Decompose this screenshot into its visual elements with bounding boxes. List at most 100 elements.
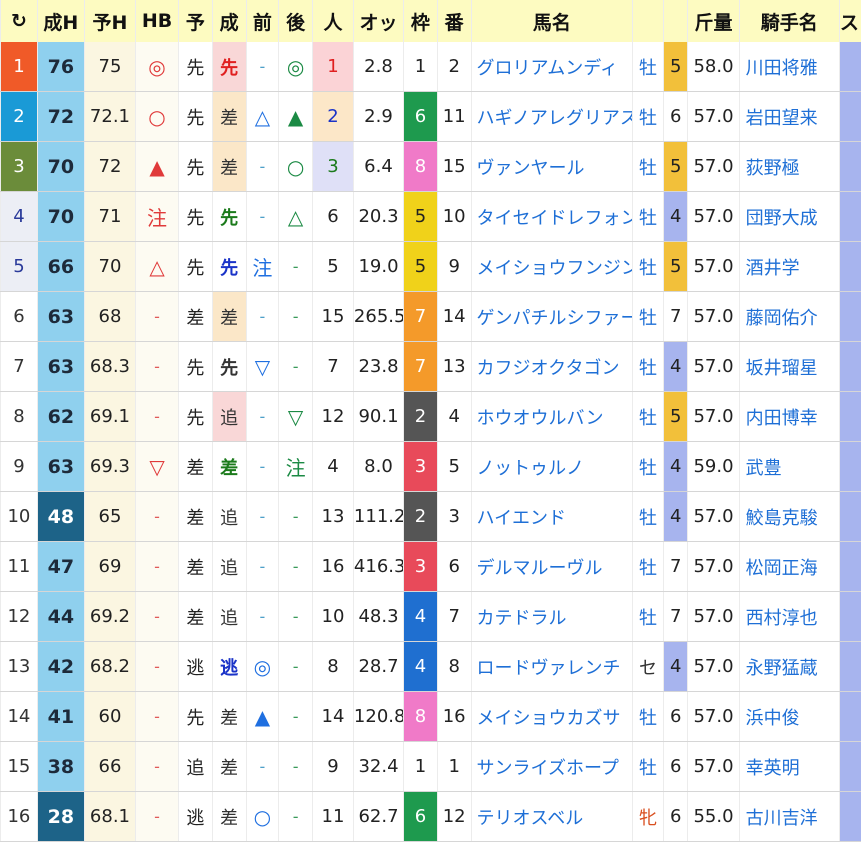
jockey-link[interactable]: 団野大成 <box>738 191 840 242</box>
horse-name-link[interactable]: カテドラル <box>470 591 633 642</box>
ninki-cell: 11 <box>312 791 354 842</box>
mae-mark: - <box>245 291 279 342</box>
sei-cell: 追 <box>211 591 247 642</box>
table-row[interactable]: 8 62 69.1- 先追 - ▽ 12 90.1 2 4 ホウオウルバン牡 5 57.0 内田博幸 <box>0 391 861 442</box>
col-waku[interactable]: 枠 <box>403 0 438 42</box>
umaban-cell: 14 <box>436 291 472 342</box>
table-row[interactable]: 4 70 71 注先先 - △ 6 20.3 5 10 タイセイドレフォン牡 4 57.0 団野大成 <box>0 191 861 242</box>
jockey-link[interactable]: 鮫島克駿 <box>738 491 840 542</box>
sei-cell: 先 <box>211 241 247 292</box>
hb-mark: - <box>135 541 179 592</box>
horse-name-link[interactable]: タイセイドレフォン <box>470 191 633 242</box>
jockey-link[interactable]: 幸英明 <box>738 741 840 792</box>
horse-name-link[interactable]: ヴァンヤール <box>470 141 633 192</box>
col-kinryo[interactable]: 斤量 <box>687 0 740 42</box>
umaban-cell: 15 <box>436 141 472 192</box>
horse-name-link[interactable]: カフジオクタゴン <box>470 341 633 392</box>
umaban-cell: 2 <box>436 42 472 92</box>
col-mae[interactable]: 前 <box>245 0 279 42</box>
sex-cell: 牡 <box>632 241 664 292</box>
horse-name-link[interactable]: テリオスベル <box>470 791 633 842</box>
waku-cell: 8 <box>403 691 438 742</box>
yoh-cell: 68 <box>83 291 136 342</box>
ninki-cell: 13 <box>312 491 354 542</box>
horse-name-link[interactable]: ハイエンド <box>470 491 633 542</box>
horse-name-link[interactable]: ハギノアレグリアス <box>470 91 633 142</box>
table-row[interactable]: 14 41 60- 先差 ▲ -14 120.8 8 16 メイショウカズサ牡 6 57.0 浜中俊 <box>0 691 861 742</box>
cut-cell <box>838 691 861 742</box>
jockey-link[interactable]: 西村淳也 <box>738 591 840 642</box>
seih-cell: 63 <box>36 441 85 492</box>
table-row[interactable]: 13 42 68.2- 逃逃 ◎ -8 28.7 4 8 ロードヴァレンチセ 4 57.0 永野猛蔵 <box>0 641 861 692</box>
kinryo-cell: 57.0 <box>687 541 740 592</box>
col-sei[interactable]: 成 <box>211 0 247 42</box>
seih-cell: 47 <box>36 541 85 592</box>
jockey-link[interactable]: 永野猛蔵 <box>738 641 840 692</box>
horse-name-link[interactable]: ロードヴァレンチ <box>470 641 633 692</box>
mae-mark: - <box>245 391 279 442</box>
jockey-link[interactable]: 松岡正海 <box>738 541 840 592</box>
horse-name-link[interactable]: サンライズホープ <box>470 741 633 792</box>
sex-cell: 牡 <box>632 491 664 542</box>
table-row[interactable]: 1 76 75 ◎ 先先 - ◎ 1 2.8 1 2 グロリアムンディ牡 5 58.0 川田将雅 <box>0 42 861 92</box>
jockey-link[interactable]: 浜中俊 <box>738 691 840 742</box>
seih-cell: 70 <box>36 141 85 192</box>
yoh-cell: 68.1 <box>83 791 136 842</box>
table-row[interactable]: 16 28 68.1- 逃差 ○ -11 62.7 6 12 テリオスベル牝 6 55.0 古川吉洋 <box>0 791 861 842</box>
jockey-link[interactable]: 藤岡佑介 <box>738 291 840 342</box>
col-horse-name[interactable]: 馬名 <box>470 0 633 42</box>
col-seih[interactable]: 成H <box>36 0 85 42</box>
seih-cell: 63 <box>36 341 85 392</box>
jockey-link[interactable]: 荻野極 <box>738 141 840 192</box>
ninki-cell: 12 <box>312 391 354 442</box>
yo-cell: 先 <box>178 191 213 242</box>
reload-icon[interactable]: ↻ <box>0 0 38 42</box>
umaban-cell: 16 <box>436 691 472 742</box>
table-row[interactable]: 9 63 69.3 ▽ 差差 - 注 4 8.0 3 5 ノットゥルノ牡 4 59.0 武豊 <box>0 441 861 492</box>
col-jockey[interactable]: 騎手名 <box>738 0 840 42</box>
table-row[interactable]: 12 44 69.2- 差追 - -10 48.3 4 7 カテドラル牡 7 57.0 西村淳也 <box>0 591 861 642</box>
ninki-cell: 2 <box>312 91 354 142</box>
table-row[interactable]: 3 70 72 ▲ 先差 - ○ 3 6.4 8 15 ヴァンヤール牡 5 57.0 荻野極 <box>0 141 861 192</box>
yoh-cell: 69.3 <box>83 441 136 492</box>
jockey-link[interactable]: 坂井瑠星 <box>738 341 840 392</box>
horse-name-link[interactable]: ゲンパチルシファー <box>470 291 633 342</box>
col-yo[interactable]: 予 <box>178 0 213 42</box>
umaban-cell: 10 <box>436 191 472 242</box>
jockey-link[interactable]: 酒井学 <box>738 241 840 292</box>
col-ban[interactable]: 番 <box>436 0 472 42</box>
jockey-link[interactable]: 武豊 <box>738 441 840 492</box>
umaban-cell: 9 <box>436 241 472 292</box>
col-yoh[interactable]: 予H <box>83 0 136 42</box>
horse-name-link[interactable]: グロリアムンディ <box>470 42 633 92</box>
horse-name-link[interactable]: デルマルーヴル <box>470 541 633 592</box>
col-hb[interactable]: HB <box>135 0 179 42</box>
ato-mark: ◎ <box>278 42 313 92</box>
age-cell: 7 <box>662 591 688 642</box>
col-ninki[interactable]: 人 <box>312 0 354 42</box>
col-ato[interactable]: 後 <box>278 0 313 42</box>
kinryo-cell: 57.0 <box>687 141 740 192</box>
jockey-link[interactable]: 岩田望来 <box>738 91 840 142</box>
horse-name-link[interactable]: メイショウフンジン <box>470 241 633 292</box>
mae-mark: - <box>245 191 279 242</box>
table-row[interactable]: 6 63 68- 差差 - -15 265.5 7 14 ゲンパチルシファー牡 7 57.0 藤岡佑介 <box>0 291 861 342</box>
kinryo-cell: 58.0 <box>687 42 740 92</box>
table-row[interactable]: 5 66 70 △ 先先注 -5 19.0 5 9 メイショウフンジン牡 5 57.0 酒井学 <box>0 241 861 292</box>
jockey-link[interactable]: 内田博幸 <box>738 391 840 442</box>
table-row[interactable]: 2 72 72.1 ○ 先差 △ ▲ 2 2.9 6 11 ハギノアレグリアス牡 6 57.0 岩田望来 <box>0 91 861 142</box>
odds-cell: 2.8 <box>352 42 404 92</box>
horse-name-link[interactable]: メイショウカズサ <box>470 691 633 742</box>
table-row[interactable]: 11 47 69- 差追 - -16 416.3 3 6 デルマルーヴル牡 7 57.0 松岡正海 <box>0 541 861 592</box>
horse-name-link[interactable]: ホウオウルバン <box>470 391 633 442</box>
horse-name-link[interactable]: ノットゥルノ <box>470 441 633 492</box>
jockey-link[interactable]: 川田将雅 <box>738 42 840 92</box>
waku-cell: 8 <box>403 141 438 192</box>
col-odds[interactable]: オッ <box>352 0 404 42</box>
sex-cell: 牡 <box>632 441 664 492</box>
table-row[interactable]: 15 38 66- 追差 - -9 32.4 1 1 サンライズホープ牡 6 57.0 幸英明 <box>0 741 861 792</box>
table-row[interactable]: 10 48 65- 差追 - -13 111.2 2 3 ハイエンド牡 4 57.0 鮫島克駿 <box>0 491 861 542</box>
jockey-link[interactable]: 古川吉洋 <box>738 791 840 842</box>
table-row[interactable]: 7 63 68.3- 先先 ▽ -7 23.8 7 13 カフジオクタゴン牡 4 57.0 坂井瑠星 <box>0 341 861 392</box>
col-cut[interactable]: ス <box>838 0 861 42</box>
